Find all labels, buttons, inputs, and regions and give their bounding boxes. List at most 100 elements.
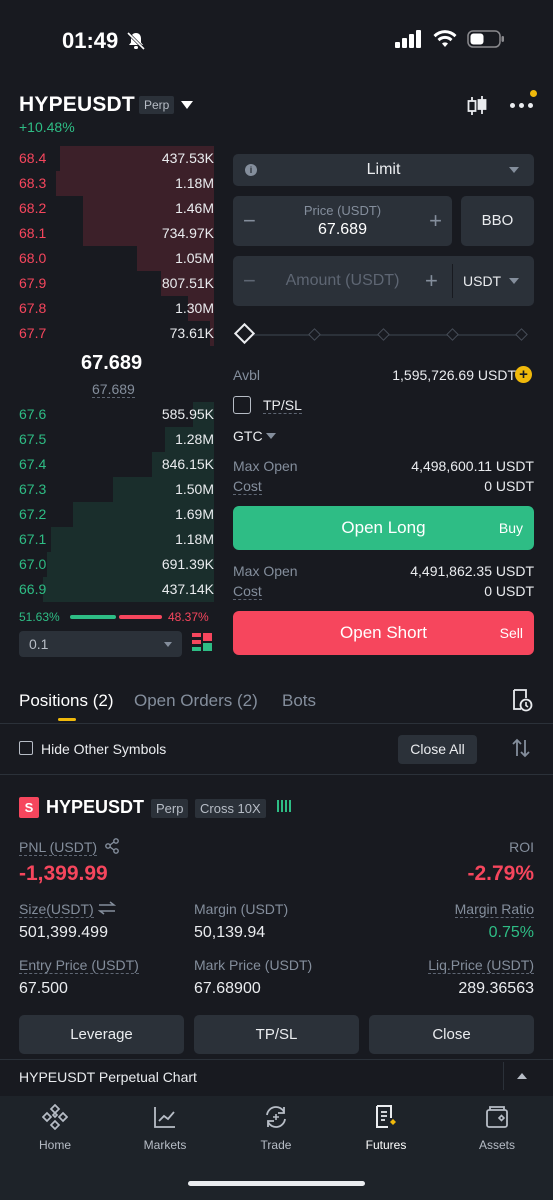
- tab-open-orders[interactable]: Open Orders (2): [134, 691, 258, 711]
- ask-row[interactable]: 68.0 1.05M: [0, 246, 214, 271]
- buy-label: Buy: [498, 520, 523, 536]
- signal-icon: [395, 30, 421, 48]
- open-long-button[interactable]: Open Long Buy: [233, 506, 534, 550]
- transfer-plus-icon[interactable]: +: [515, 366, 532, 383]
- last-price: 67.689: [81, 352, 143, 374]
- slider-thumb[interactable]: [233, 322, 256, 345]
- tpsl-button[interactable]: TP/SL: [194, 1015, 359, 1054]
- info-icon[interactable]: i: [245, 164, 257, 176]
- bid-row[interactable]: 67.6 585.95K: [0, 402, 214, 427]
- nav-assets[interactable]: Assets: [462, 1104, 532, 1152]
- bid-row[interactable]: 67.5 1.28M: [0, 427, 214, 452]
- ask-quantity: 1.18M: [175, 175, 214, 191]
- tpsl-checkbox[interactable]: [233, 396, 251, 414]
- open-short-button[interactable]: Open Short Sell: [233, 611, 534, 655]
- notification-dot: [530, 90, 537, 97]
- bid-price: 67.1: [19, 531, 47, 547]
- bid-row[interactable]: 66.9 437.14K: [0, 577, 214, 602]
- leverage-button[interactable]: Leverage: [19, 1015, 184, 1054]
- ask-row[interactable]: 67.8 1.30M: [0, 296, 214, 321]
- chevron-down-icon[interactable]: [181, 101, 193, 109]
- risk-level-icon: [277, 800, 291, 812]
- plus-icon[interactable]: +: [429, 208, 442, 234]
- ask-row[interactable]: 67.9 807.51K: [0, 271, 214, 296]
- long-cost-label: Cost: [233, 478, 262, 495]
- sort-icon[interactable]: [511, 738, 531, 763]
- nav-home[interactable]: Home: [20, 1104, 90, 1152]
- hide-other-checkbox[interactable]: [19, 741, 33, 755]
- ask-row[interactable]: 68.4 437.53K: [0, 146, 214, 171]
- wallet-icon: [486, 1106, 508, 1128]
- amount-unit[interactable]: USDT: [463, 273, 501, 289]
- bid-row[interactable]: 67.2 1.69M: [0, 502, 214, 527]
- buy-ratio: 51.63%: [19, 610, 60, 624]
- bid-price: 67.2: [19, 506, 47, 522]
- slider-node[interactable]: [515, 328, 528, 341]
- slider-node[interactable]: [308, 328, 321, 341]
- bid-row[interactable]: 67.1 1.18M: [0, 527, 214, 552]
- chevron-up-icon[interactable]: [517, 1073, 527, 1079]
- close-position-button[interactable]: Close: [369, 1015, 534, 1054]
- open-long-label: Open Long: [341, 518, 426, 537]
- perpetual-chart-toggle[interactable]: HYPEUSDT Perpetual Chart: [19, 1069, 197, 1085]
- slider-node[interactable]: [377, 328, 390, 341]
- position-symbol[interactable]: HYPEUSDT: [46, 797, 144, 818]
- bell-muted-icon: [126, 31, 146, 56]
- ask-row[interactable]: 68.2 1.46M: [0, 196, 214, 221]
- tab-positions[interactable]: Positions (2): [19, 691, 113, 711]
- price-change: +10.48%: [19, 119, 75, 135]
- ask-price: 68.0: [19, 250, 47, 266]
- ask-price: 68.1: [19, 225, 47, 241]
- ask-row[interactable]: 67.7 73.61K: [0, 321, 214, 346]
- ask-quantity: 1.30M: [175, 300, 214, 316]
- nav-assets-label: Assets: [478, 1138, 515, 1152]
- long-max-open-value: 4,498,600.11 USDT: [411, 458, 534, 474]
- ask-row[interactable]: 68.1 734.97K: [0, 221, 214, 246]
- bid-quantity: 846.15K: [161, 456, 214, 472]
- candlestick-icon[interactable]: [466, 95, 488, 122]
- short-cost-value: 0 USDT: [484, 583, 534, 599]
- bbo-button[interactable]: BBO: [461, 196, 534, 246]
- ask-quantity: 734.97K: [161, 225, 214, 241]
- orderbook-layout-icon[interactable]: [192, 633, 212, 653]
- tab-bots[interactable]: Bots: [282, 691, 316, 711]
- pair-title[interactable]: HYPEUSDT: [19, 93, 135, 117]
- ask-row[interactable]: 68.3 1.18M: [0, 171, 214, 196]
- more-icon[interactable]: [510, 103, 533, 108]
- bid-row[interactable]: 67.4 846.15K: [0, 452, 214, 477]
- precision-select[interactable]: 0.1: [19, 631, 182, 657]
- history-icon[interactable]: [511, 688, 533, 717]
- nav-futures[interactable]: Futures: [351, 1104, 421, 1152]
- bid-price: 67.0: [19, 556, 47, 572]
- mark-price-label: Mark Price (USDT): [194, 957, 313, 973]
- margin-mode-badge[interactable]: Cross 10X: [195, 799, 266, 818]
- tpsl-label[interactable]: TP/SL: [263, 397, 302, 414]
- price-input[interactable]: − Price (USDT) 67.689 +: [233, 196, 452, 246]
- bid-price: 67.4: [19, 456, 47, 472]
- sell-ratio: 48.37%: [168, 610, 209, 624]
- bid-quantity: 1.50M: [175, 481, 214, 497]
- share-icon[interactable]: [104, 838, 120, 859]
- size-label: Size(USDT): [19, 901, 94, 918]
- buy-ratio-bar: [70, 615, 116, 619]
- field-divider: [452, 264, 453, 298]
- bid-row[interactable]: 67.3 1.50M: [0, 477, 214, 502]
- pnl-label: PNL (USDT): [19, 839, 98, 856]
- nav-trade[interactable]: Trade: [241, 1104, 311, 1152]
- entry-price-label: Entry Price (USDT): [19, 957, 139, 974]
- plus-icon[interactable]: +: [425, 268, 438, 294]
- swap-icon[interactable]: [97, 901, 117, 920]
- long-max-open-label: Max Open: [233, 458, 298, 474]
- close-all-button[interactable]: Close All: [398, 735, 477, 764]
- tif-select[interactable]: GTC: [233, 428, 263, 444]
- ask-price: 68.4: [19, 150, 47, 166]
- bid-row[interactable]: 67.0 691.39K: [0, 552, 214, 577]
- hide-other-label[interactable]: Hide Other Symbols: [41, 741, 166, 757]
- home-indicator: [188, 1181, 365, 1186]
- slider-node[interactable]: [446, 328, 459, 341]
- nav-markets[interactable]: Markets: [130, 1104, 200, 1152]
- order-type-select[interactable]: i Limit: [233, 154, 534, 186]
- pnl-value: -1,399.99: [19, 862, 108, 885]
- amount-input[interactable]: − Amount (USDT) + USDT: [233, 256, 534, 306]
- ask-price: 67.7: [19, 325, 47, 341]
